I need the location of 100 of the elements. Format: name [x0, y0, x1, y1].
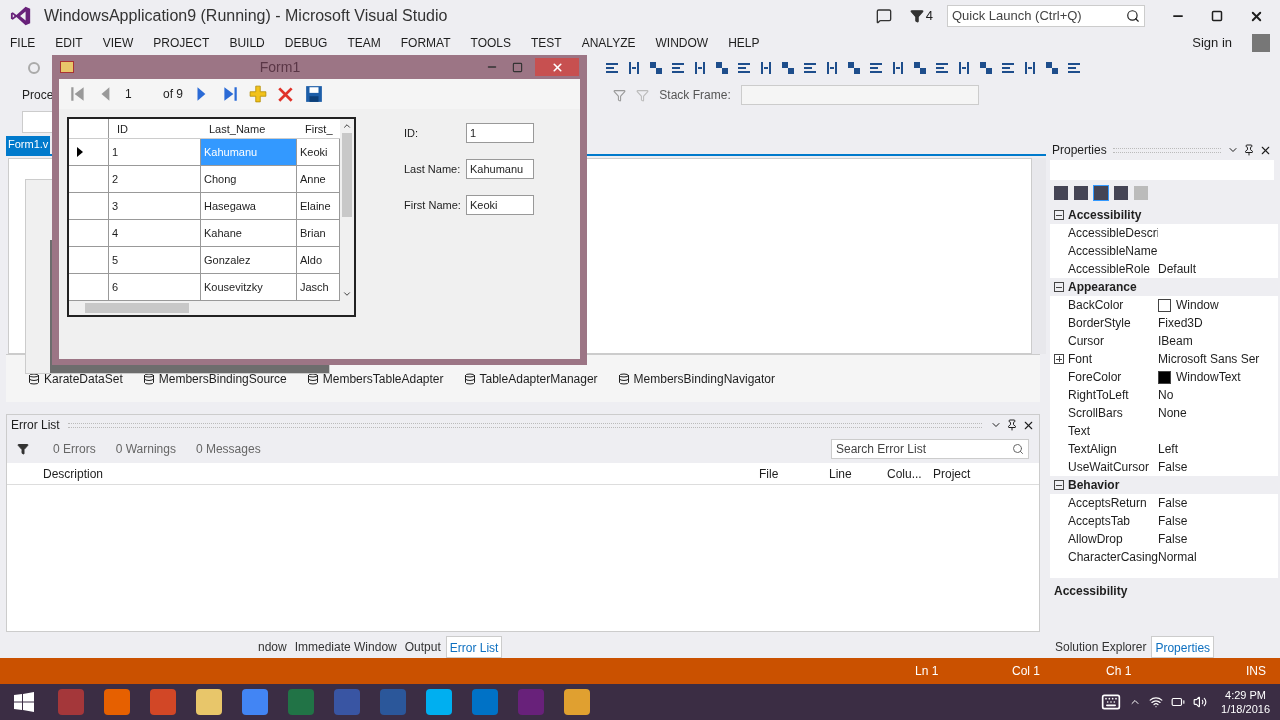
- panel-tab[interactable]: Properties: [1151, 636, 1215, 658]
- errors-filter[interactable]: 0 Errors: [53, 440, 96, 458]
- toolbar-tool-icon[interactable]: [869, 61, 883, 75]
- text-field[interactable]: 1: [466, 123, 534, 143]
- menu-item[interactable]: DEBUG: [284, 34, 328, 52]
- toolbar-tool-icon[interactable]: [1045, 61, 1059, 75]
- clock-time[interactable]: 4:29 PM: [1225, 688, 1266, 702]
- grid-cell[interactable]: Chong: [201, 166, 297, 192]
- panel-tab[interactable]: Immediate Window: [291, 636, 400, 658]
- panel-tab[interactable]: Error List: [445, 636, 503, 658]
- grid-cell[interactable]: 4: [109, 220, 201, 246]
- tray-component[interactable]: MembersBindingSource: [142, 369, 287, 388]
- network-icon[interactable]: [1149, 695, 1164, 709]
- volume-icon[interactable]: [1193, 695, 1208, 709]
- column-header[interactable]: Project: [929, 464, 1039, 483]
- notification-flag-icon[interactable]: [909, 9, 924, 23]
- column-header[interactable]: Last_Name: [201, 119, 297, 138]
- tray-component[interactable]: MembersTableAdapter: [306, 369, 444, 388]
- collapse-toggle[interactable]: [1054, 480, 1064, 490]
- pin-icon[interactable]: [1006, 419, 1018, 431]
- menu-item[interactable]: FORMAT: [400, 34, 451, 52]
- toolbar-tool-icon[interactable]: [1067, 61, 1081, 75]
- menu-item[interactable]: ANALYZE: [581, 34, 636, 52]
- close-button[interactable]: [535, 58, 579, 76]
- feedback-icon[interactable]: [875, 8, 892, 24]
- grid-cell[interactable]: Kousevitzky: [201, 274, 297, 300]
- clock-date[interactable]: 1/18/2016: [1221, 702, 1270, 716]
- quick-launch-field[interactable]: Quick Launch (Ctrl+Q): [947, 5, 1145, 27]
- toolbar-tool-icon[interactable]: [649, 61, 663, 75]
- toolbar-tool-icon[interactable]: [825, 61, 839, 75]
- grid-cell[interactable]: Kahane: [201, 220, 297, 246]
- toolbar-tool-icon[interactable]: [737, 61, 751, 75]
- toolbar-tool-icon[interactable]: [803, 61, 817, 75]
- grid-cell[interactable]: 2: [109, 166, 201, 192]
- column-header[interactable]: ID: [109, 119, 201, 138]
- menu-item[interactable]: PROJECT: [153, 34, 210, 52]
- collapse-toggle[interactable]: [1054, 210, 1064, 220]
- grid-cell[interactable]: 3: [109, 193, 201, 219]
- column-header[interactable]: Line: [829, 464, 887, 483]
- menu-item[interactable]: HELP: [728, 34, 760, 52]
- position-field[interactable]: 1: [125, 85, 153, 103]
- menu-item[interactable]: TEST: [531, 34, 562, 52]
- document-tab[interactable]: Form1.v: [6, 136, 51, 154]
- scroll-up-icon[interactable]: [342, 121, 352, 131]
- toolbar-tool-icon[interactable]: [979, 61, 993, 75]
- panel-tab[interactable]: ndow: [255, 636, 290, 658]
- toolbar-tool-icon[interactable]: [605, 61, 619, 75]
- toolbar-tool-icon[interactable]: [891, 61, 905, 75]
- horizontal-scrollbar[interactable]: [69, 301, 354, 315]
- keyboard-icon[interactable]: [1101, 692, 1122, 712]
- tray-component[interactable]: TableAdapterManager: [463, 369, 598, 388]
- panel-tab[interactable]: Solution Explorer: [1052, 636, 1150, 658]
- tray-component[interactable]: KarateDataSet: [28, 369, 123, 388]
- restore-icon[interactable]: [1211, 10, 1223, 22]
- column-header[interactable]: File: [759, 464, 829, 483]
- grid-cell[interactable]: 5: [109, 247, 201, 273]
- delete-icon[interactable]: [277, 85, 295, 103]
- menu-item[interactable]: VIEW: [102, 34, 134, 52]
- filter-icon[interactable]: [17, 443, 29, 455]
- search-field[interactable]: Search Error List: [831, 439, 1029, 459]
- move-last-icon[interactable]: [221, 85, 239, 103]
- collapse-toggle[interactable]: [1054, 282, 1064, 292]
- toolbar-tool-icon[interactable]: [781, 61, 795, 75]
- text-field[interactable]: Kahumanu: [466, 159, 534, 179]
- toolbar-tool-icon[interactable]: [935, 61, 949, 75]
- vertical-scrollbar[interactable]: [340, 119, 354, 301]
- scroll-down-icon[interactable]: [342, 289, 352, 299]
- menu-item[interactable]: WINDOW: [655, 34, 709, 52]
- grid-cell[interactable]: 6: [109, 274, 201, 300]
- toolbar-tool-icon[interactable]: [627, 61, 641, 75]
- menu-item[interactable]: TEAM: [347, 34, 381, 52]
- panel-tab[interactable]: Output: [401, 636, 444, 658]
- expand-toggle[interactable]: [1054, 354, 1064, 364]
- toolbar-tool-icon[interactable]: [913, 61, 927, 75]
- column-header[interactable]: First_: [297, 119, 340, 138]
- toolbar-tool-icon[interactable]: [759, 61, 773, 75]
- text-field[interactable]: Keoki: [466, 195, 534, 215]
- toolbar-tool-icon[interactable]: [847, 61, 861, 75]
- battery-icon[interactable]: [1171, 695, 1186, 709]
- toolbar-tool-icon[interactable]: [1023, 61, 1037, 75]
- sign-in-link[interactable]: Sign in: [1192, 33, 1232, 53]
- grid-cell[interactable]: Gonzalez: [201, 247, 297, 273]
- menu-item[interactable]: EDIT: [55, 34, 83, 52]
- toolbar-tool-icon[interactable]: [715, 61, 729, 75]
- pin-icon[interactable]: [1243, 144, 1255, 156]
- menu-item[interactable]: FILE: [10, 34, 36, 52]
- warnings-filter[interactable]: 0 Warnings: [115, 440, 176, 458]
- save-icon[interactable]: [305, 85, 323, 103]
- column-header[interactable]: Colu...: [887, 464, 929, 483]
- toolbar-tool-icon[interactable]: [693, 61, 707, 75]
- menu-item[interactable]: TOOLS: [470, 34, 511, 52]
- grid-cell[interactable]: Hasegawa: [201, 193, 297, 219]
- start-icon[interactable]: [14, 692, 34, 712]
- column-header[interactable]: Description: [7, 464, 759, 483]
- toolbar-tool-icon[interactable]: [957, 61, 971, 75]
- toolbar-tool-icon[interactable]: [1001, 61, 1015, 75]
- toolbar-tool-icon[interactable]: [671, 61, 685, 75]
- maximize-icon[interactable]: [512, 61, 523, 73]
- messages-filter[interactable]: 0 Messages: [195, 440, 261, 458]
- scrollbar[interactable]: [1032, 158, 1046, 354]
